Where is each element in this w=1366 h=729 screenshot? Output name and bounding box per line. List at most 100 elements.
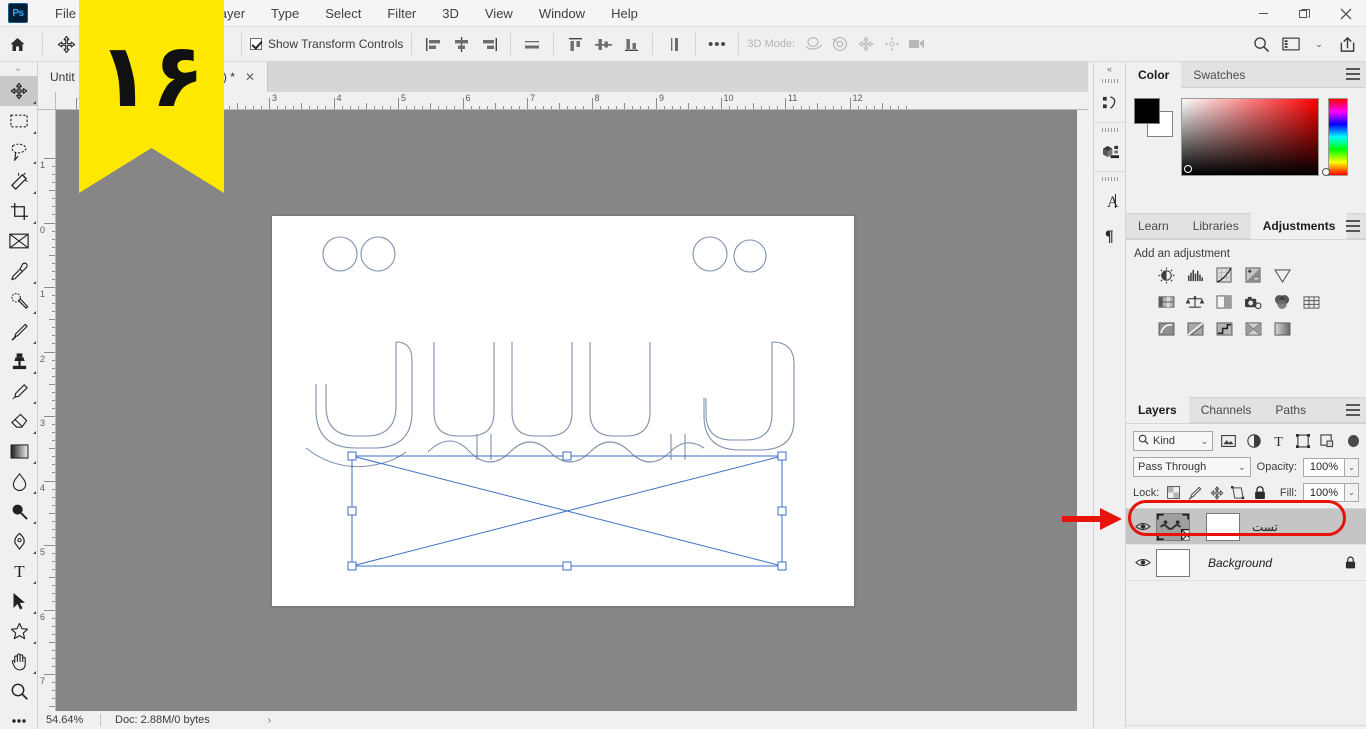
character-icon[interactable]: A	[1094, 184, 1127, 218]
layer-mask-thumbnail[interactable]	[1206, 512, 1240, 541]
dock-group-grip[interactable]	[1094, 174, 1125, 184]
zoom-tool[interactable]	[0, 676, 38, 706]
levels-icon[interactable]	[1185, 266, 1205, 284]
foreground-color-swatch[interactable]	[1134, 98, 1160, 124]
exposure-icon[interactable]	[1243, 266, 1263, 284]
hue-slider[interactable]	[1322, 98, 1348, 176]
chevron-down-icon[interactable]: ⌄	[1201, 436, 1209, 447]
color-picker-handle[interactable]	[1184, 165, 1192, 173]
invert-icon[interactable]	[1156, 320, 1176, 338]
hue-saturation-icon[interactable]	[1156, 293, 1176, 311]
roll-3d-icon[interactable]	[827, 32, 853, 56]
camera-3d-icon[interactable]	[905, 32, 931, 56]
dock-group-grip[interactable]	[1094, 76, 1125, 86]
menu-filter[interactable]: Filter	[374, 0, 429, 27]
status-expand-icon[interactable]: ›	[268, 715, 271, 726]
layer-name[interactable]: تست	[1252, 520, 1278, 534]
align-right-edges-icon[interactable]	[476, 32, 502, 56]
posterize-icon[interactable]	[1185, 320, 1205, 338]
filter-pixel-icon[interactable]	[1220, 432, 1238, 451]
filter-toggle[interactable]	[1347, 435, 1359, 447]
close-button[interactable]	[1325, 0, 1366, 27]
gradient-map-icon[interactable]	[1243, 320, 1263, 338]
share-icon[interactable]	[1334, 31, 1360, 57]
more-align-options-button[interactable]: •••	[704, 32, 730, 56]
rectangular-marquee-tool[interactable]	[0, 106, 38, 136]
opacity-control[interactable]: 100% ⌄	[1303, 457, 1359, 477]
chevron-down-icon[interactable]: ⌄	[1238, 462, 1246, 473]
channel-mixer-icon[interactable]	[1272, 293, 1292, 311]
menu-window[interactable]: Window	[526, 0, 598, 27]
tab-layers[interactable]: Layers	[1126, 397, 1189, 423]
selective-color-icon[interactable]	[1272, 320, 1292, 338]
edit-toolbar-tool[interactable]	[0, 706, 38, 729]
show-transform-checkbox[interactable]	[250, 38, 262, 50]
color-field[interactable]	[1181, 98, 1319, 176]
layer-thumbnail[interactable]	[1156, 548, 1190, 577]
history-brush-tool[interactable]	[0, 376, 38, 406]
tab-paths[interactable]: Paths	[1263, 397, 1318, 423]
panel-menu-icon[interactable]	[1346, 404, 1360, 416]
home-icon[interactable]	[0, 27, 34, 61]
maximize-restore-button[interactable]	[1284, 0, 1325, 27]
history-icon[interactable]	[1094, 86, 1127, 120]
panel-menu-icon[interactable]	[1346, 220, 1360, 232]
layer-visibility-icon[interactable]	[1130, 521, 1156, 532]
show-transform-controls[interactable]: Show Transform Controls	[250, 37, 403, 51]
brightness-contrast-icon[interactable]	[1156, 266, 1176, 284]
tab-channels[interactable]: Channels	[1189, 397, 1264, 423]
color-panel-swatches[interactable]	[1134, 98, 1173, 137]
chevron-down-icon[interactable]: ⌄	[1345, 483, 1359, 502]
menu-view[interactable]: View	[472, 0, 526, 27]
properties-3d-icon[interactable]	[1094, 135, 1127, 169]
ruler-origin[interactable]	[38, 92, 56, 110]
canvas-viewport[interactable]	[56, 110, 1088, 718]
tab-color[interactable]: Color	[1126, 61, 1182, 88]
custom-shape-tool[interactable]	[0, 616, 38, 646]
workspace-chevron-down-icon[interactable]: ⌄	[1308, 34, 1330, 54]
layer-row-background[interactable]: Background	[1126, 545, 1366, 581]
menu-type[interactable]: Type	[258, 0, 312, 27]
orbit-3d-icon[interactable]	[801, 32, 827, 56]
crop-tool[interactable]	[0, 196, 38, 226]
color-lookup-icon[interactable]	[1301, 293, 1321, 311]
threshold-icon[interactable]	[1214, 320, 1234, 338]
align-horizontal-distribute-icon[interactable]	[519, 32, 545, 56]
photo-filter-icon[interactable]	[1243, 293, 1263, 311]
blend-mode-select[interactable]: Pass Through ⌄	[1133, 457, 1251, 477]
layer-visibility-icon[interactable]	[1130, 557, 1156, 568]
zoom-level[interactable]: 54.64%	[38, 714, 100, 726]
transform-bounding-box[interactable]	[347, 451, 807, 591]
frame-tool[interactable]	[0, 226, 38, 256]
layer-thumbnail[interactable]	[1156, 512, 1190, 541]
vibrance-icon[interactable]	[1272, 266, 1292, 284]
hue-slider-handle[interactable]	[1322, 168, 1330, 176]
vertical-ruler[interactable]: 101234567	[38, 110, 56, 718]
blur-tool[interactable]	[0, 466, 38, 496]
vertical-scrollbar[interactable]	[1077, 110, 1088, 718]
tab-adjustments[interactable]: Adjustments	[1250, 213, 1348, 239]
lock-artboard-nesting-icon[interactable]	[1230, 484, 1246, 501]
align-horizontal-centers-icon[interactable]	[448, 32, 474, 56]
tab-learn[interactable]: Learn	[1126, 213, 1181, 239]
distribute-vertical-icon[interactable]	[661, 32, 687, 56]
search-icon[interactable]	[1248, 31, 1274, 57]
menu-3d[interactable]: 3D	[429, 0, 472, 27]
align-top-edges-icon[interactable]	[562, 32, 588, 56]
filter-type-icon[interactable]: T	[1269, 432, 1287, 451]
hand-tool[interactable]	[0, 646, 38, 676]
move-tool[interactable]	[0, 76, 38, 106]
fill-control[interactable]: 100% ⌄	[1303, 483, 1359, 502]
close-icon[interactable]: ✕	[241, 70, 259, 84]
layer-row-test[interactable]: تست	[1126, 509, 1366, 545]
type-tool[interactable]: T	[0, 556, 38, 586]
path-selection-tool[interactable]	[0, 586, 38, 616]
filter-smart-object-icon[interactable]	[1318, 432, 1336, 451]
magic-wand-tool[interactable]	[0, 166, 38, 196]
workspace-icon[interactable]	[1278, 31, 1304, 57]
tab-libraries[interactable]: Libraries	[1181, 213, 1251, 239]
lock-all-icon[interactable]	[1252, 484, 1268, 501]
pan-3d-icon[interactable]	[853, 32, 879, 56]
tab-swatches[interactable]: Swatches	[1181, 62, 1257, 88]
lock-image-pixels-icon[interactable]	[1187, 484, 1203, 501]
